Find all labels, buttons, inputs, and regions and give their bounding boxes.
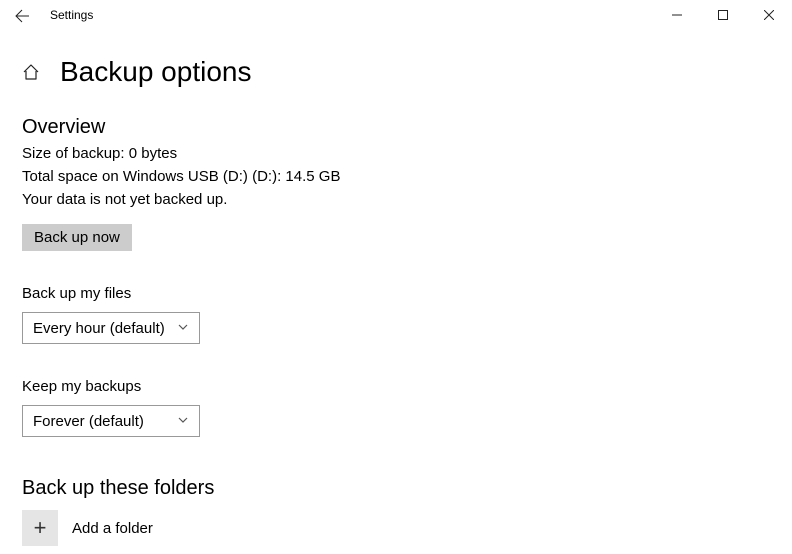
keep-backups-value: Forever (default) bbox=[33, 413, 144, 430]
page-header: Backup options bbox=[0, 56, 792, 88]
backup-size-line: Size of backup: 0 bytes bbox=[22, 145, 792, 162]
overview-heading: Overview bbox=[22, 116, 792, 139]
folders-heading: Back up these folders bbox=[22, 477, 792, 500]
backup-frequency-select[interactable]: Every hour (default) bbox=[22, 312, 200, 344]
backup-frequency-value: Every hour (default) bbox=[33, 320, 165, 337]
keep-backups-select[interactable]: Forever (default) bbox=[22, 405, 200, 437]
close-button[interactable] bbox=[746, 0, 792, 30]
close-icon bbox=[764, 10, 774, 20]
chevron-down-icon bbox=[177, 413, 189, 430]
content: Overview Size of backup: 0 bytes Total s… bbox=[0, 116, 792, 546]
home-button[interactable] bbox=[20, 63, 42, 81]
minimize-button[interactable] bbox=[654, 0, 700, 30]
backup-frequency-label: Back up my files bbox=[22, 285, 792, 302]
maximize-button[interactable] bbox=[700, 0, 746, 30]
backup-now-button[interactable]: Back up now bbox=[22, 224, 132, 251]
home-icon bbox=[22, 63, 40, 81]
plus-icon: + bbox=[22, 510, 58, 546]
window-controls bbox=[654, 0, 792, 30]
chevron-down-icon bbox=[177, 320, 189, 337]
keep-backups-label: Keep my backups bbox=[22, 378, 792, 395]
title-bar: Settings bbox=[0, 0, 792, 36]
minimize-icon bbox=[672, 10, 682, 20]
add-folder-button[interactable]: + Add a folder bbox=[22, 510, 792, 546]
back-button[interactable] bbox=[0, 0, 44, 32]
page-title: Backup options bbox=[60, 56, 251, 88]
backup-status-line: Your data is not yet backed up. bbox=[22, 191, 792, 208]
add-folder-label: Add a folder bbox=[72, 520, 153, 537]
total-space-line: Total space on Windows USB (D:) (D:): 14… bbox=[22, 168, 792, 185]
maximize-icon bbox=[718, 10, 728, 20]
window-title: Settings bbox=[44, 0, 93, 22]
arrow-left-icon bbox=[14, 8, 30, 24]
